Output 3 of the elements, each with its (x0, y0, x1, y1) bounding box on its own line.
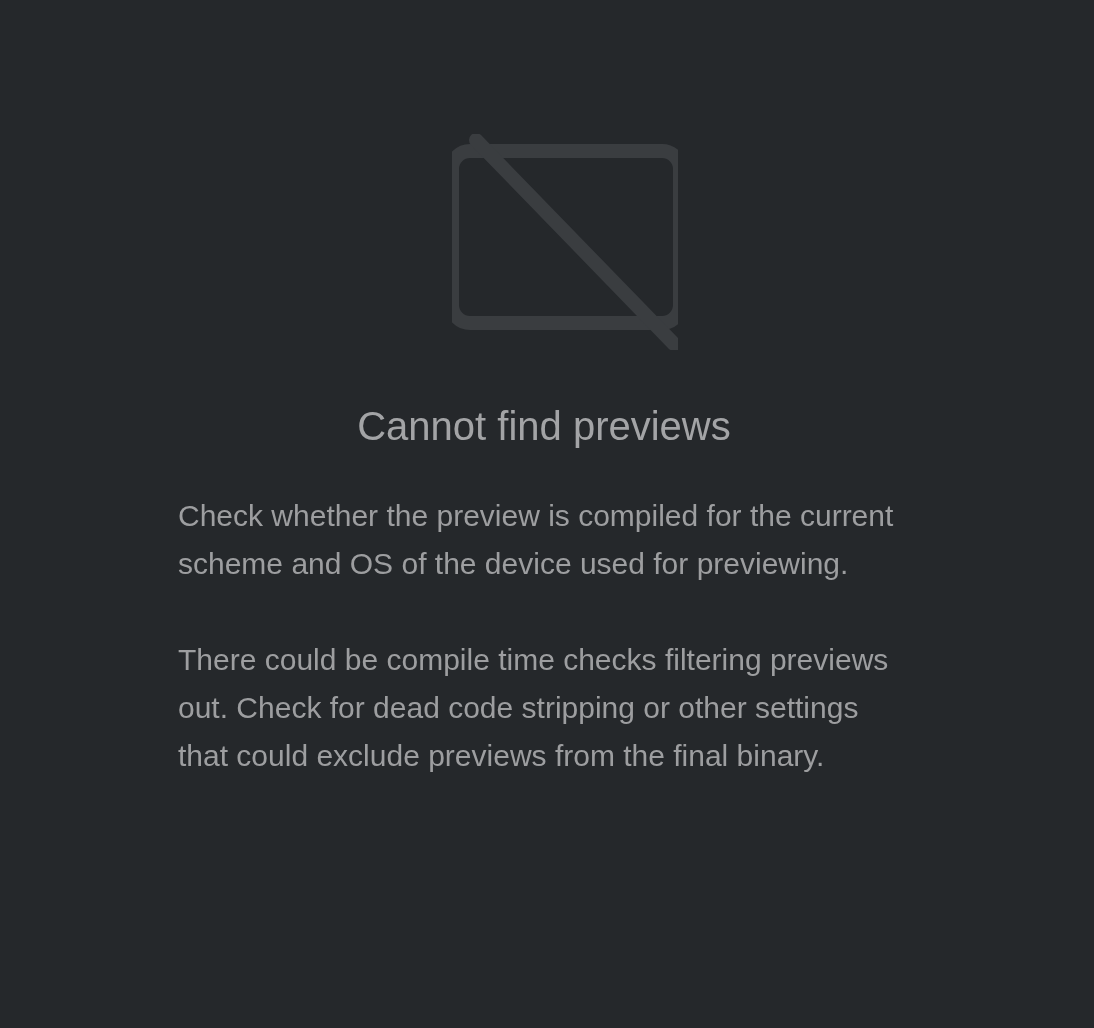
help-paragraph: Check whether the preview is compiled for the current scheme and OS of the device used for previewing. (178, 498, 895, 582)
empty-state-title: Cannot find previews (357, 403, 731, 450)
help-paragraph: There could be compile time checks filtering previews out. Check for dead code stripping or other settings that could exclude previews from the final binary. (178, 642, 890, 774)
